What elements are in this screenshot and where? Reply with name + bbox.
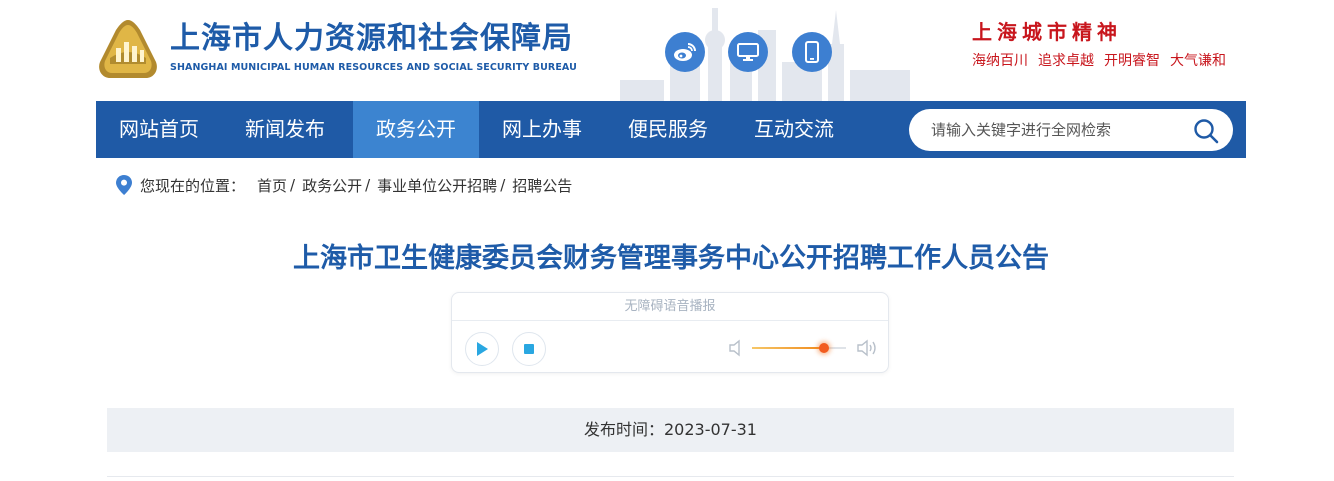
slogan-item: 开明睿智	[1104, 53, 1160, 69]
breadcrumb-separator: /	[290, 176, 296, 194]
bureau-logo-icon	[99, 20, 157, 78]
breadcrumb: 您现在的位置： 首页 / 政务公开 / 事业单位公开招聘 / 招聘公告	[116, 174, 572, 196]
mobile-version-button[interactable]	[792, 32, 832, 72]
search-box	[909, 109, 1233, 151]
breadcrumb-link-announcement[interactable]: 招聘公告	[512, 175, 572, 196]
breadcrumb-lead: 您现在的位置：	[140, 176, 246, 195]
nav-item-gov-affairs[interactable]: 政务公开	[353, 101, 479, 158]
nav-item-interaction[interactable]: 互动交流	[731, 101, 857, 158]
breadcrumb-separator: /	[365, 176, 371, 194]
nav-item-home[interactable]: 网站首页	[96, 101, 222, 158]
publish-date: 发布时间：2023-07-31	[107, 408, 1234, 452]
search-icon[interactable]	[1193, 118, 1219, 144]
player-header: 无障碍语音播报	[452, 293, 888, 321]
content-divider	[107, 476, 1234, 477]
volume-slider-fill	[752, 347, 825, 349]
site-title[interactable]: 上海市人力资源和社会保障局	[170, 22, 573, 56]
volume-up-icon[interactable]	[856, 338, 878, 358]
breadcrumb-link-gov-affairs[interactable]: 政务公开	[302, 175, 362, 196]
stop-icon	[524, 344, 534, 354]
play-icon	[477, 342, 488, 356]
breadcrumb-link-recruitment[interactable]: 事业单位公开招聘	[377, 175, 497, 196]
pc-version-button[interactable]	[728, 32, 768, 72]
city-spirit-slogans: 海纳百川 追求卓越 开明睿智 大气谦和	[972, 50, 1236, 70]
volume-slider-handle[interactable]	[819, 343, 830, 353]
slogan-item: 追求卓越	[1038, 53, 1094, 69]
slogan-item: 大气谦和	[1170, 53, 1226, 69]
nav-item-public-services[interactable]: 便民服务	[605, 101, 731, 158]
weibo-icon	[674, 43, 696, 61]
site-header: 上海市人力资源和社会保障局 SHANGHAI MUNICIPAL HUMAN R…	[0, 0, 1334, 101]
city-spirit-title: 上海城市精神	[972, 20, 1122, 44]
stop-button[interactable]	[512, 332, 546, 366]
voice-player: 无障碍语音播报	[451, 292, 889, 373]
slogan-item: 海纳百川	[972, 53, 1028, 69]
monitor-icon	[737, 43, 759, 61]
play-button[interactable]	[465, 332, 499, 366]
breadcrumb-link-home[interactable]: 首页	[257, 175, 287, 196]
search-input[interactable]	[931, 109, 1181, 151]
weibo-button[interactable]	[665, 32, 705, 72]
mobile-icon	[805, 41, 819, 63]
main-nav: 网站首页 新闻发布 政务公开 网上办事 便民服务 互动交流	[96, 101, 1246, 158]
volume-slider[interactable]	[752, 343, 846, 353]
article-title: 上海市卫生健康委员会财务管理事务中心公开招聘工作人员公告	[293, 243, 1049, 274]
nav-item-online-services[interactable]: 网上办事	[479, 101, 605, 158]
nav-item-news[interactable]: 新闻发布	[222, 101, 348, 158]
location-pin-icon	[116, 175, 132, 195]
site-subtitle: SHANGHAI MUNICIPAL HUMAN RESOURCES AND S…	[170, 62, 577, 73]
breadcrumb-separator: /	[500, 176, 506, 194]
volume-down-icon[interactable]	[728, 339, 744, 357]
